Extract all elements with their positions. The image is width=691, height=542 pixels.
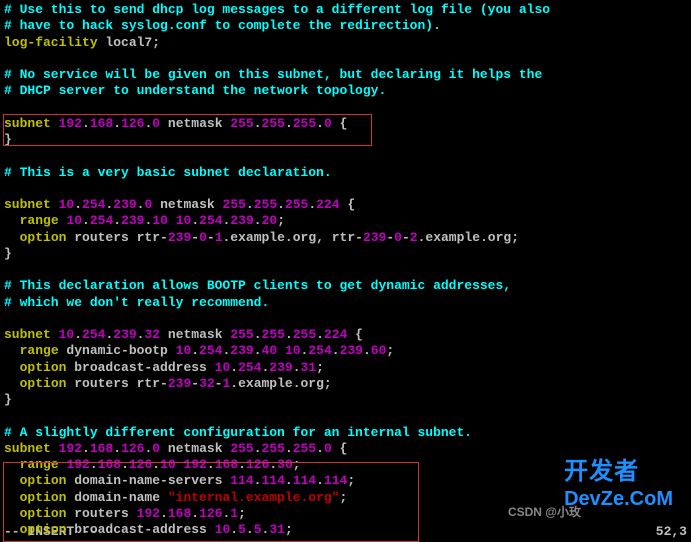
code-line[interactable] <box>4 51 687 67</box>
code-line[interactable]: option routers rtr-239-0-1.example.org, … <box>4 230 687 246</box>
code-line[interactable]: range 10.254.239.10 10.254.239.20; <box>4 213 687 229</box>
code-line[interactable]: } <box>4 132 687 148</box>
code-line[interactable]: option routers 192.168.126.1; <box>4 506 687 522</box>
code-line[interactable]: # A slightly different configuration for… <box>4 425 687 441</box>
code-line[interactable]: log-facility local7; <box>4 35 687 51</box>
code-line[interactable] <box>4 181 687 197</box>
editor-area[interactable]: # Use this to send dhcp log messages to … <box>4 2 687 538</box>
code-line[interactable]: subnet 192.168.126.0 netmask 255.255.255… <box>4 116 687 132</box>
code-line[interactable]: subnet 10.254.239.0 netmask 255.255.255.… <box>4 197 687 213</box>
code-line[interactable]: # This is a very basic subnet declaratio… <box>4 165 687 181</box>
code-line[interactable]: option domain-name-servers 114.114.114.1… <box>4 473 687 489</box>
code-line[interactable]: # DHCP server to understand the network … <box>4 83 687 99</box>
code-line[interactable] <box>4 148 687 164</box>
code-line[interactable] <box>4 100 687 116</box>
code-line[interactable]: range dynamic-bootp 10.254.239.40 10.254… <box>4 343 687 359</box>
code-line[interactable]: # which we don't really recommend. <box>4 295 687 311</box>
code-line[interactable] <box>4 262 687 278</box>
code-line[interactable] <box>4 311 687 327</box>
code-line[interactable]: subnet 10.254.239.32 netmask 255.255.255… <box>4 327 687 343</box>
code-line[interactable]: # Use this to send dhcp log messages to … <box>4 2 687 18</box>
code-line[interactable]: # have to hack syslog.conf to complete t… <box>4 18 687 34</box>
code-line[interactable]: option domain-name "internal.example.org… <box>4 490 687 506</box>
code-line[interactable]: range 192.168.126.10 192.168.126.30; <box>4 457 687 473</box>
code-line[interactable]: } <box>4 392 687 408</box>
code-line[interactable]: } <box>4 246 687 262</box>
code-line[interactable]: option broadcast-address 10.254.239.31; <box>4 360 687 376</box>
code-line[interactable]: # This declaration allows BOOTP clients … <box>4 278 687 294</box>
code-line[interactable]: option broadcast-address 10.5.5.31; <box>4 522 687 538</box>
code-line[interactable]: # No service will be given on this subne… <box>4 67 687 83</box>
code-line[interactable]: subnet 192.168.126.0 netmask 255.255.255… <box>4 441 687 457</box>
code-line[interactable]: option routers rtr-239-32-1.example.org; <box>4 376 687 392</box>
code-line[interactable] <box>4 408 687 424</box>
